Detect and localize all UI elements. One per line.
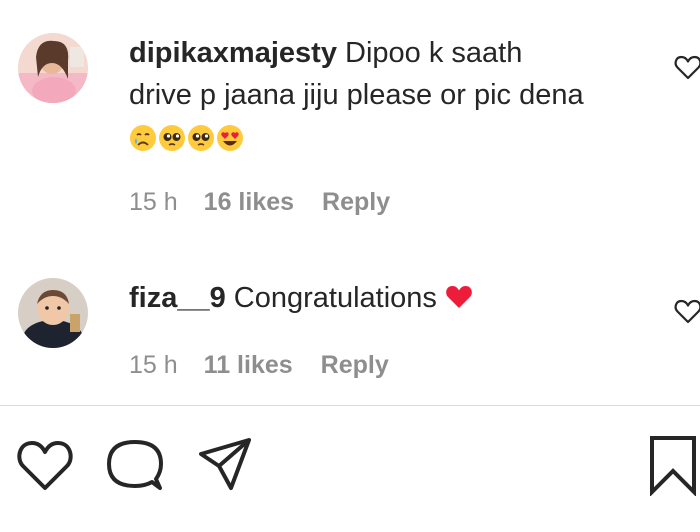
comment-meta: 15 h 11 likes Reply <box>129 351 389 380</box>
comment-likes[interactable]: 11 likes <box>204 351 293 380</box>
bookmark-icon[interactable] <box>648 434 698 496</box>
like-comment-heart-icon[interactable] <box>674 54 700 80</box>
pleading-face-icon <box>188 125 214 152</box>
comment-time: 15 h <box>129 351 178 379</box>
reply-button[interactable]: Reply <box>322 188 390 217</box>
comment-icon[interactable] <box>105 436 165 494</box>
heart-eyes-face-icon <box>217 125 243 152</box>
emoji-row <box>129 124 244 152</box>
share-icon[interactable] <box>197 436 253 492</box>
red-heart-icon <box>446 286 472 308</box>
comment-text: dipikaxmajesty Dipoo k saath drive p jaa… <box>129 32 669 158</box>
heart-icon[interactable] <box>16 438 74 492</box>
comment-username[interactable]: fiza__9 <box>129 282 226 314</box>
comment-text: fiza__9 Congratulations <box>129 277 669 319</box>
crying-face-icon <box>130 125 156 152</box>
comment-username[interactable]: dipikaxmajesty <box>129 37 337 69</box>
avatar[interactable] <box>18 33 88 103</box>
comment-time: 15 h <box>129 188 178 216</box>
divider <box>0 405 700 406</box>
avatar[interactable] <box>18 278 88 348</box>
pleading-face-icon <box>159 125 185 152</box>
comment-body-line2: drive p jaana jiju please or pic dena <box>129 79 584 111</box>
comment-body: Congratulations <box>233 282 437 314</box>
like-comment-heart-icon[interactable] <box>674 298 700 324</box>
comment-body: Dipoo k saath <box>345 37 523 69</box>
reply-button[interactable]: Reply <box>321 351 389 380</box>
post-action-bar <box>0 432 700 496</box>
comment-meta: 15 h 16 likes Reply <box>129 188 390 217</box>
comment-likes[interactable]: 16 likes <box>204 188 294 217</box>
